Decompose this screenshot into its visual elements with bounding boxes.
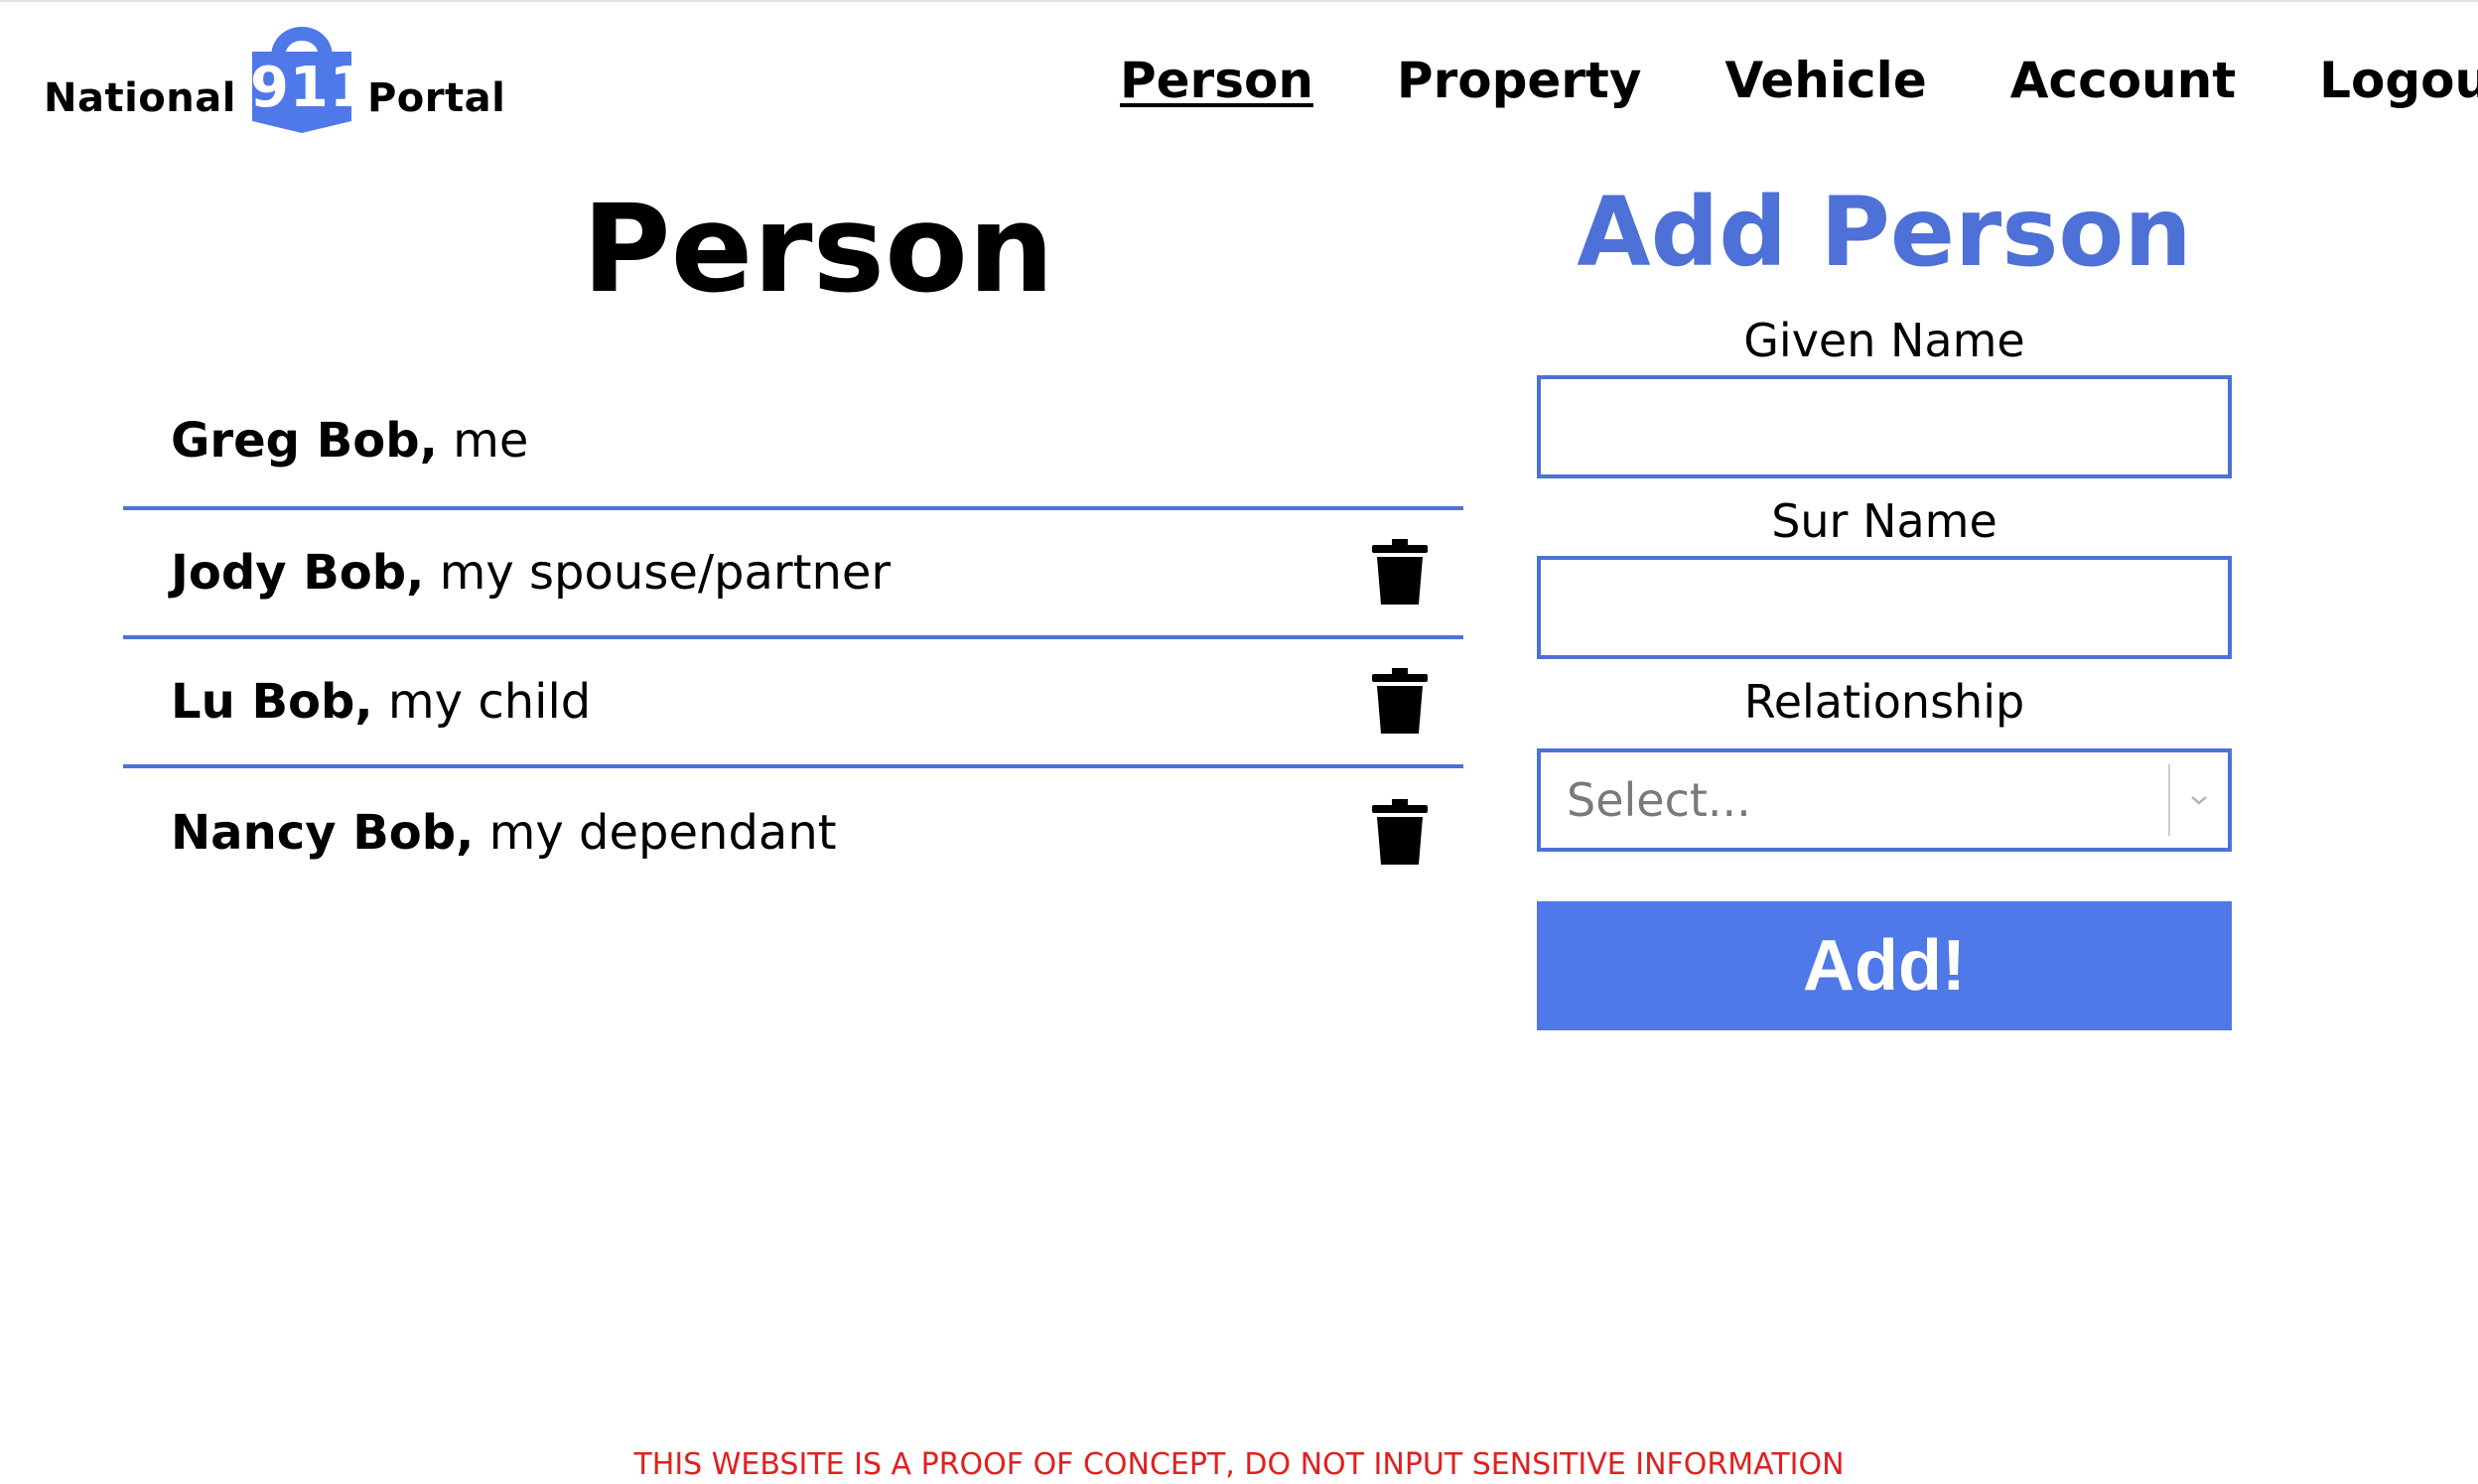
logo-word-portal: Portal: [366, 75, 506, 121]
sur-name-label: Sur Name: [1771, 494, 1997, 548]
person-name: Lu Bob,: [171, 674, 373, 730]
logo-number: 911: [249, 56, 369, 120]
top-border: [0, 0, 2478, 2]
person-name: Jody Bob,: [171, 545, 425, 601]
person-relation: my dependant: [488, 805, 837, 861]
trash-icon[interactable]: [1370, 668, 1430, 736]
relationship-select[interactable]: Select...: [1537, 748, 2232, 852]
nav-account[interactable]: Account: [2010, 52, 2236, 109]
lock-badge-icon: 911: [249, 18, 369, 133]
trash-icon[interactable]: [1370, 539, 1430, 607]
relationship-selected-value: Select...: [1567, 773, 1751, 827]
page-title: Person: [582, 179, 1054, 320]
nav-logout[interactable]: Logout: [2319, 52, 2478, 109]
main-nav: Person Property Vehicle Account Logout: [1120, 52, 2478, 109]
person-name: Nancy Bob,: [171, 805, 475, 861]
site-logo[interactable]: National 911 Portal: [44, 14, 505, 137]
relationship-label: Relationship: [1743, 675, 2025, 729]
logo-word-national: National: [44, 75, 236, 121]
person-row-nancy: Nancy Bob, my dependant: [123, 768, 1463, 897]
person-row-greg: Greg Bob, me: [123, 375, 1463, 510]
form-title: Add Person: [1577, 177, 2192, 288]
sur-name-input[interactable]: [1537, 556, 2232, 659]
add-button[interactable]: Add!: [1537, 901, 2232, 1030]
person-list: Greg Bob, me Jody Bob, my spouse/partner…: [123, 375, 1463, 897]
person-entry: Lu Bob, my child: [171, 674, 591, 730]
person-relation: me: [453, 413, 529, 469]
person-entry: Nancy Bob, my dependant: [171, 805, 837, 861]
given-name-label: Given Name: [1743, 314, 2025, 367]
person-entry: Jody Bob, my spouse/partner: [171, 545, 891, 601]
proof-of-concept-notice: THIS WEBSITE IS A PROOF OF CONCEPT, DO N…: [633, 1447, 1845, 1482]
nav-vehicle[interactable]: Vehicle: [1724, 52, 1926, 109]
person-relation: my spouse/partner: [439, 545, 892, 601]
person-entry: Greg Bob, me: [171, 413, 528, 469]
given-name-input[interactable]: [1537, 375, 2232, 478]
nav-property[interactable]: Property: [1397, 52, 1642, 109]
person-name: Greg Bob,: [171, 413, 438, 469]
person-row-lu: Lu Bob, my child: [123, 639, 1463, 768]
person-relation: my child: [387, 674, 592, 730]
trash-icon[interactable]: [1370, 799, 1430, 867]
person-row-jody: Jody Bob, my spouse/partner: [123, 510, 1463, 639]
nav-person[interactable]: Person: [1120, 52, 1313, 109]
chevron-down-icon[interactable]: [2170, 794, 2228, 806]
